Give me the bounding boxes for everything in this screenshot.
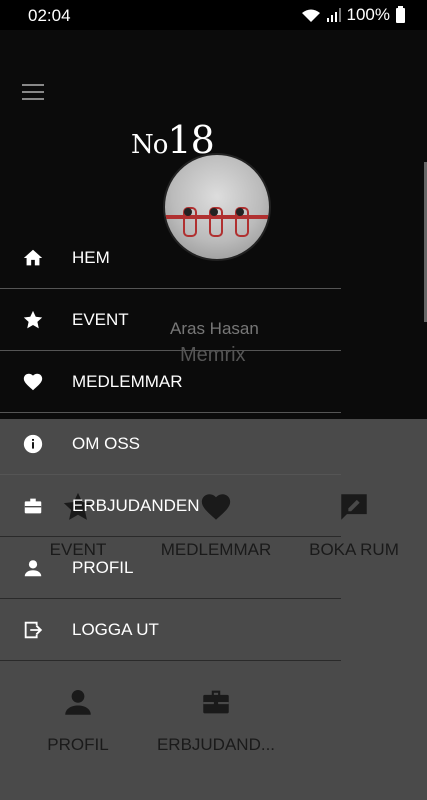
- navigation-drawer: HEM EVENT MEDLEMMAR OM OSS ERBJUDANDEN P…: [0, 30, 341, 800]
- status-bar: 02:04 100%: [0, 0, 427, 30]
- heart-icon: [23, 373, 43, 391]
- battery-icon: [396, 5, 405, 23]
- drawer-item-label: LOGGA UT: [72, 620, 159, 639]
- briefcase-icon: [24, 498, 42, 514]
- status-time: 02:04: [28, 6, 71, 25]
- edit-icon: [341, 494, 367, 520]
- drawer-item-label: EVENT: [72, 310, 129, 329]
- drawer-item-hem[interactable]: HEM: [0, 227, 341, 289]
- info-icon: [23, 434, 43, 454]
- person-icon: [24, 560, 42, 577]
- hamburger-menu-icon[interactable]: [22, 84, 44, 100]
- drawer-item-erbjudanden[interactable]: ERBJUDANDEN: [0, 475, 341, 537]
- drawer-menu: HEM EVENT MEDLEMMAR OM OSS ERBJUDANDEN P…: [0, 227, 341, 661]
- logout-icon: [24, 621, 43, 639]
- drawer-item-event[interactable]: EVENT: [0, 289, 341, 351]
- drawer-item-label: OM OSS: [72, 434, 141, 453]
- drawer-item-label: ERBJUDANDEN: [72, 496, 200, 515]
- drawer-item-label: MEDLEMMAR: [72, 372, 183, 391]
- drawer-item-logga-ut[interactable]: LOGGA UT: [0, 599, 341, 661]
- drawer-item-label: HEM: [72, 248, 110, 267]
- drawer-item-profil[interactable]: PROFIL: [0, 537, 341, 599]
- drawer-item-medlemmar[interactable]: MEDLEMMAR: [0, 351, 341, 413]
- home-icon: [23, 249, 43, 266]
- drawer-item-om-oss[interactable]: OM OSS: [0, 413, 341, 475]
- drawer-item-label: PROFIL: [72, 558, 134, 577]
- status-icons: 100%: [301, 5, 405, 25]
- wifi-icon: [301, 9, 320, 22]
- signal-icon: [326, 8, 341, 22]
- star-icon: [23, 310, 43, 329]
- battery-percent: 100%: [346, 5, 390, 24]
